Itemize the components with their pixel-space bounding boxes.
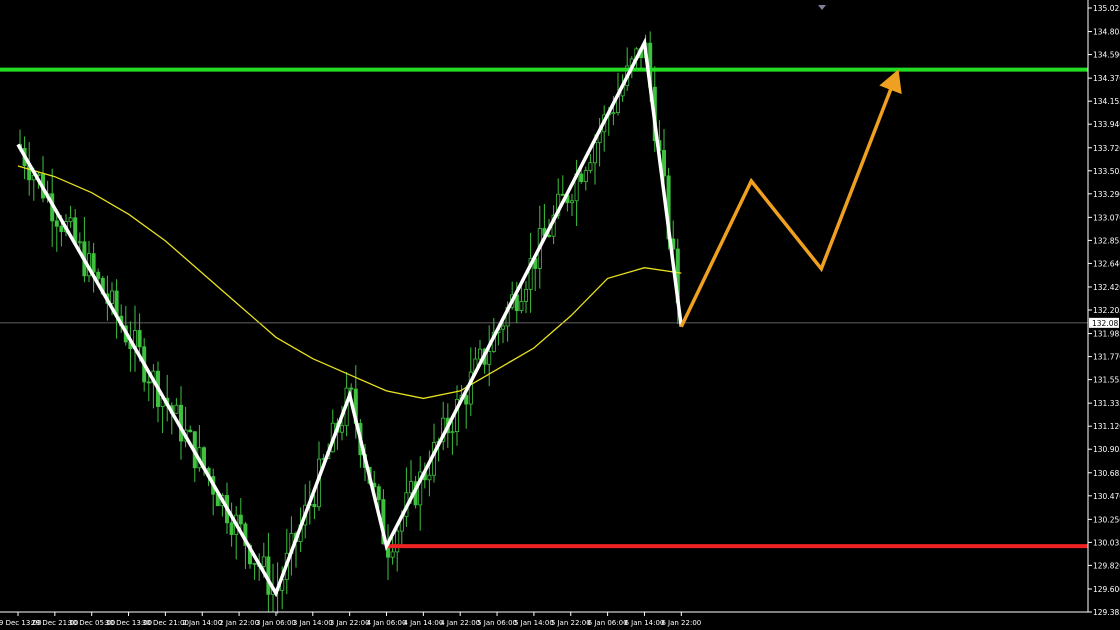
y-tick-label: 134.370: [1093, 74, 1120, 83]
candle-body: [146, 381, 151, 384]
y-tick-label: 132.855: [1093, 236, 1120, 245]
y-tick-label: 132.640: [1093, 259, 1120, 268]
candle-body: [547, 235, 552, 237]
candle-body: [339, 425, 344, 433]
candle-body: [96, 271, 101, 279]
y-tick-label: 129.600: [1093, 585, 1120, 594]
candle-body: [570, 200, 575, 204]
x-tick-label: 3 Jan 22:00: [330, 619, 370, 627]
x-tick-label: 3 Jan 14:00: [293, 619, 333, 627]
y-tick-label: 130.905: [1093, 445, 1120, 454]
x-tick-label: 6 Jan 22:00: [661, 619, 701, 627]
candle-body: [110, 290, 115, 304]
candle-body: [261, 556, 266, 567]
y-tick-label: 130.685: [1093, 469, 1120, 478]
candle-body: [611, 112, 616, 115]
candle-body: [395, 530, 400, 553]
y-tick-label: 131.985: [1093, 330, 1120, 339]
x-tick-label: 4 Jan 06:00: [367, 619, 407, 627]
candle-body: [408, 481, 413, 494]
y-tick-label: 133.505: [1093, 167, 1120, 176]
x-tick-label: 4 Jan 14:00: [403, 619, 443, 627]
y-tick-label: 135.025: [1093, 4, 1120, 13]
y-tick-label: 130.470: [1093, 492, 1120, 501]
y-tick-label: 131.335: [1093, 399, 1120, 408]
x-tick-label: 5 Jan 22:00: [551, 619, 591, 627]
y-tick-label: 134.155: [1093, 97, 1120, 106]
x-tick-label: 2 Jan 22:00: [219, 619, 259, 627]
candle-body: [252, 563, 257, 565]
y-tick-label: 129.820: [1093, 561, 1120, 570]
candle-body: [519, 301, 524, 312]
y-tick-label: 134.805: [1093, 28, 1120, 37]
price-chart: 135.025 134.805 134.590 134.370 134.155 133.9…: [0, 0, 1120, 630]
candle-body: [312, 503, 317, 508]
candle-body: [229, 522, 234, 535]
candle-body: [500, 325, 505, 330]
candle-body: [188, 429, 193, 433]
y-tick-label: 129.385: [1093, 608, 1120, 617]
candle-body: [376, 486, 381, 500]
y-tick-label: 132.205: [1093, 306, 1120, 315]
candle-body: [477, 348, 482, 360]
candle-body: [427, 474, 432, 481]
candle-body: [54, 220, 59, 227]
x-tick-label: 5 Jan 14:00: [514, 619, 554, 627]
y-tick-label: 133.070: [1093, 213, 1120, 222]
candle-body: [588, 162, 593, 171]
candle-body: [560, 193, 565, 196]
y-tick-label: 133.720: [1093, 144, 1120, 153]
candle-body: [579, 173, 584, 183]
candle-body: [390, 551, 395, 558]
x-tick-label: 3 Jan 06:00: [256, 619, 296, 627]
x-tick-label: 2 Jan 14:00: [182, 619, 222, 627]
candle-body: [487, 351, 492, 365]
y-tick-label: 132.420: [1093, 283, 1120, 292]
candle-body: [137, 330, 142, 348]
chart-background: [0, 0, 1120, 630]
y-tick-label: 133.940: [1093, 120, 1120, 129]
candle-body: [68, 217, 73, 222]
candle-body: [91, 253, 96, 273]
y-tick-label: 131.120: [1093, 422, 1120, 431]
x-tick-label: 5 Jan 06:00: [477, 619, 517, 627]
x-tick-label: 4 Jan 22:00: [440, 619, 480, 627]
candle-body: [349, 387, 354, 390]
candle-body: [77, 241, 82, 244]
y-tick-label: 134.590: [1093, 51, 1120, 60]
candle-body: [524, 288, 529, 302]
candle-body: [59, 225, 64, 233]
candle-body: [464, 395, 469, 405]
current-price-label: 132.085: [1092, 319, 1120, 328]
y-tick-label: 130.250: [1093, 515, 1120, 524]
y-tick-label: 133.290: [1093, 190, 1120, 199]
y-tick-label: 131.770: [1093, 353, 1120, 362]
x-tick-label: 6 Jan 06:00: [588, 619, 628, 627]
candle-body: [583, 170, 588, 183]
candle-body: [174, 404, 179, 414]
y-tick-label: 130.035: [1093, 538, 1120, 547]
candle-body: [238, 514, 243, 525]
x-tick-label: 6 Jan 14:00: [625, 619, 665, 627]
y-tick-label: 131.555: [1093, 376, 1120, 385]
candle-body: [593, 142, 598, 164]
candle-body: [450, 431, 455, 434]
